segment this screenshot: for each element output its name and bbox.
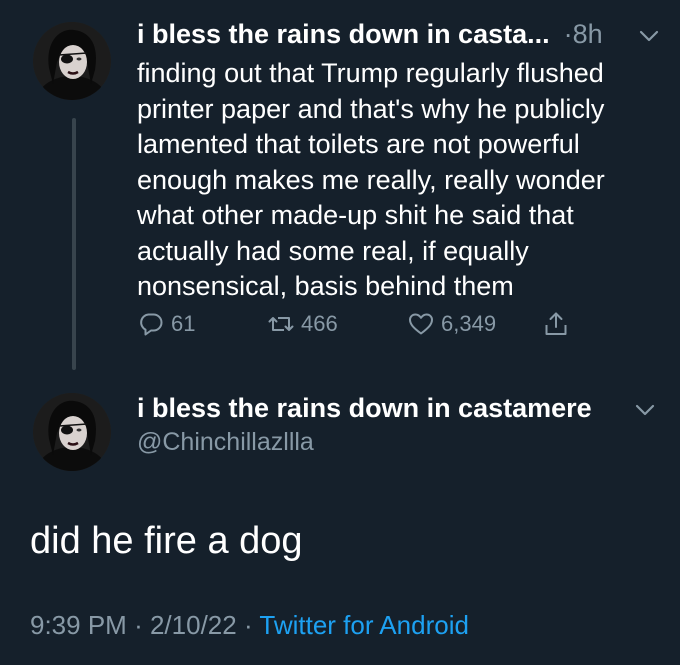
display-name[interactable]: i bless the rains down in casta... — [137, 19, 550, 50]
tweet-time[interactable]: 9:39 PM — [30, 610, 127, 640]
heart-icon — [409, 313, 433, 335]
thread-line — [72, 118, 76, 370]
retweet-button[interactable]: 466 — [267, 304, 338, 344]
avatar[interactable] — [33, 22, 111, 100]
meta-separator: · — [134, 610, 143, 640]
like-button[interactable]: 6,349 — [407, 304, 496, 344]
tweet-actions: 61 466 6,349 — [137, 304, 597, 344]
like-count: 6,349 — [441, 311, 497, 336]
time-value: 8h — [572, 18, 603, 49]
tweet-text: did he fire a dog — [30, 520, 303, 562]
tweet-thread: i bless the rains down in casta... ·8h f… — [0, 0, 680, 665]
tweet-time[interactable]: ·8h — [564, 19, 603, 50]
display-name[interactable]: i bless the rains down in castamere — [137, 393, 592, 424]
tweet-text: finding out that Trump regularly flushed… — [137, 56, 667, 305]
share-icon — [545, 312, 567, 335]
tweet-text-line: printer paper and that's why he publicly — [137, 93, 605, 124]
retweet-icon — [268, 317, 294, 331]
tweet-header: i bless the rains down in casta... ·8h — [137, 14, 672, 54]
reply-button[interactable]: 61 — [137, 304, 195, 344]
meta-separator: · — [243, 610, 253, 640]
chevron-down-icon[interactable] — [633, 398, 657, 422]
user-handle[interactable]: @Chinchillazllla — [137, 428, 314, 457]
tweet-text-line: nonsensical, basis behind them — [137, 271, 514, 301]
tweet-text-line: enough makes me really, really wonder — [137, 164, 605, 195]
tweet-text-line: what other made-up shit he said that — [137, 200, 574, 230]
avatar-image — [33, 22, 111, 100]
share-button[interactable] — [542, 304, 576, 344]
tweet-meta: 9:39 PM · 2/10/22 · Twitter for Android — [30, 610, 469, 641]
reply-count: 61 — [171, 311, 196, 336]
tweet-source-link[interactable]: Twitter for Android — [259, 610, 469, 640]
tweet-text-line: actually had some real, if equally — [137, 235, 529, 266]
avatar-image — [33, 393, 111, 471]
reply-icon — [140, 313, 163, 336]
retweet-count: 466 — [301, 311, 338, 336]
tweet-text-line: finding out that Trump regularly flushed — [137, 58, 604, 88]
tweet-text-line: lamented that toilets are not powerful — [137, 129, 580, 159]
avatar[interactable] — [33, 393, 111, 471]
chevron-down-icon[interactable] — [637, 24, 661, 48]
time-separator: · — [563, 18, 573, 49]
tweet-date[interactable]: 2/10/22 — [150, 610, 237, 640]
